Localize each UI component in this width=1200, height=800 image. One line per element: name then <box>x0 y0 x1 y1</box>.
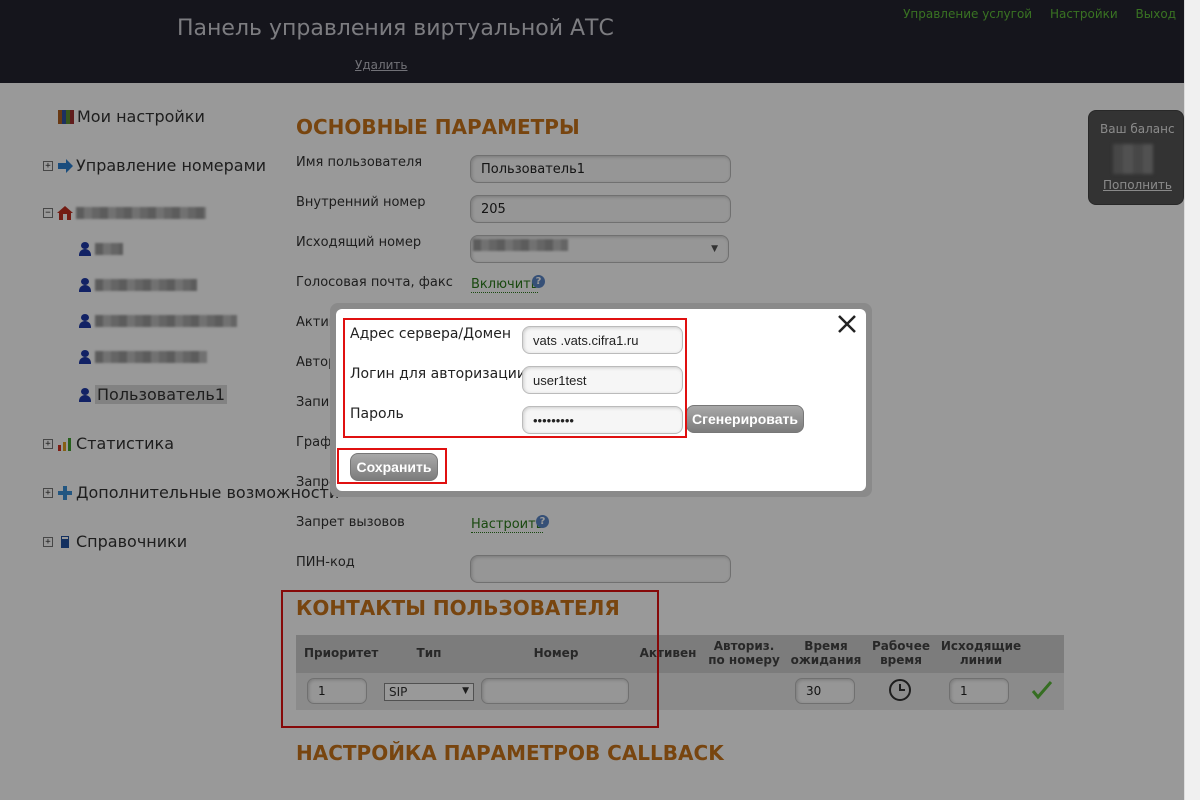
page-scrollbar[interactable] <box>1184 0 1200 800</box>
close-icon[interactable] <box>836 313 858 335</box>
save-highlight <box>337 448 447 484</box>
sip-credentials-dialog: Адрес сервера/Домен vats .vats.cifra1.ru… <box>336 309 866 491</box>
generate-button[interactable]: Сгенерировать <box>686 405 804 433</box>
credentials-highlight <box>343 318 687 438</box>
